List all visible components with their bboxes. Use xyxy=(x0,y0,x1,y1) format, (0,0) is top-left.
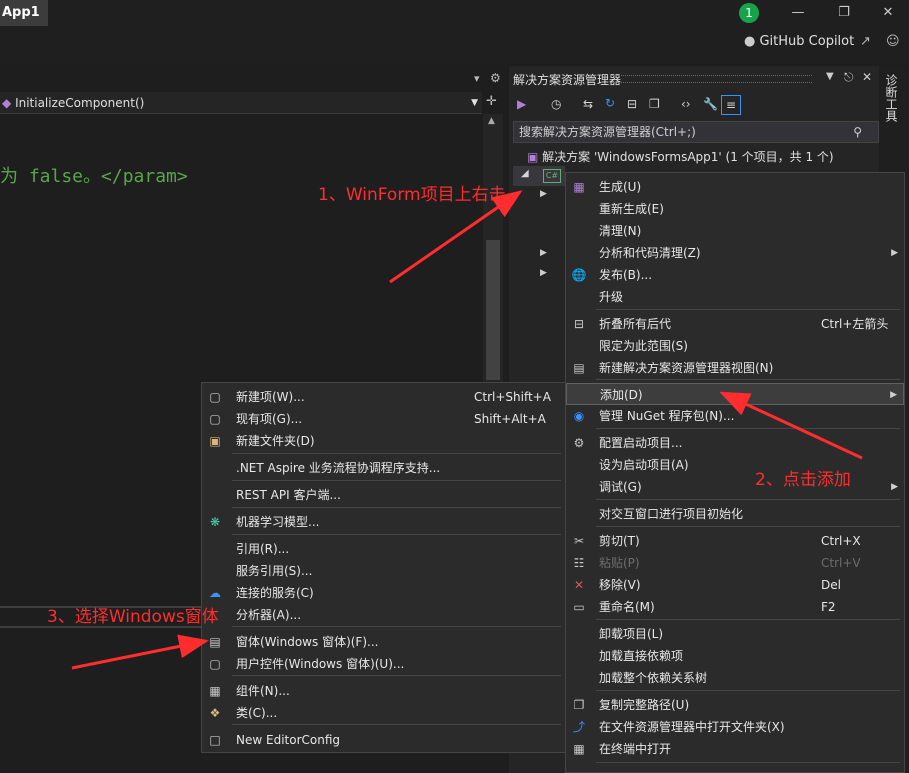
annotation-arrows xyxy=(71,190,863,670)
arrow-step1 xyxy=(389,190,523,284)
arrow-step3 xyxy=(71,634,209,670)
arrow-step2 xyxy=(719,391,863,460)
